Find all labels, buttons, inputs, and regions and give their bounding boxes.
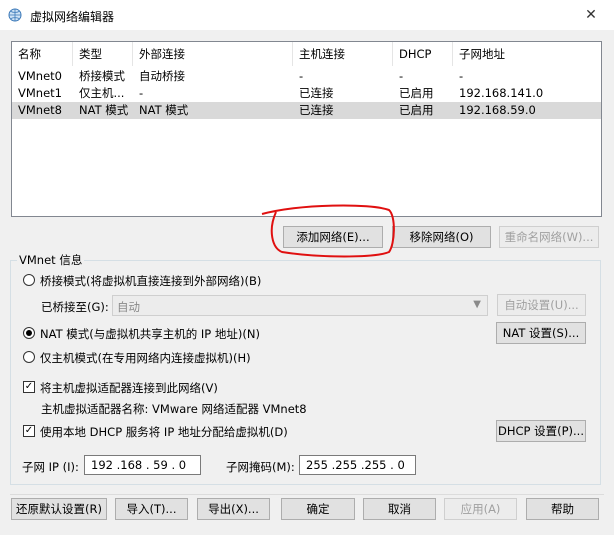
restore-defaults-button[interactable]: 还原默认设置(R): [11, 498, 107, 520]
network-globe-icon: [8, 8, 22, 22]
cell-type: 桥接模式: [79, 69, 125, 83]
host-only-label[interactable]: 仅主机模式(在专用网络内连接虚拟机)(H): [40, 350, 251, 366]
ok-button[interactable]: 确定: [281, 498, 355, 520]
table-row-selected[interactable]: VMnet8 NAT 模式 NAT 模式 已连接 已启用 192.168.59.…: [12, 102, 601, 119]
cell-name: VMnet8: [18, 103, 62, 117]
adapter-name-label: 主机虚拟适配器名称: VMware 网络适配器 VMnet8: [41, 402, 307, 416]
add-network-button[interactable]: 添加网络(E)...: [283, 226, 383, 248]
chevron-down-icon: ▼: [473, 299, 481, 310]
table-row[interactable]: VMnet1 仅主机... - 已连接 已启用 192.168.141.0: [12, 85, 601, 102]
import-button[interactable]: 导入(T)...: [115, 498, 188, 520]
bridged-to-label: 已桥接至(G):: [41, 300, 109, 314]
help-button[interactable]: 帮助: [526, 498, 599, 520]
column-header-dhcp[interactable]: DHCP: [393, 42, 453, 66]
cell-subnet: -: [459, 69, 464, 83]
close-icon[interactable]: ✕: [568, 0, 614, 30]
subnet-ip-field[interactable]: 192 .168 . 59 . 0: [84, 455, 201, 475]
cell-subnet: 192.168.141.0: [459, 86, 544, 100]
dhcp-label[interactable]: 使用本地 DHCP 服务将 IP 地址分配给虚拟机(D): [40, 424, 288, 440]
cell-name: VMnet0: [18, 69, 62, 83]
cell-external: -: [139, 86, 144, 100]
footer-divider: [10, 494, 604, 495]
cell-dhcp: -: [399, 69, 404, 83]
cell-host: -: [299, 69, 304, 83]
subnet-mask-label: 子网掩码(M):: [226, 460, 295, 474]
cell-external: 自动桥接: [139, 69, 185, 83]
cell-type: NAT 模式: [79, 103, 129, 117]
column-header-subnet[interactable]: 子网地址: [453, 42, 603, 66]
nat-settings-button[interactable]: NAT 设置(S)...: [496, 322, 586, 344]
remove-network-button[interactable]: 移除网络(O): [392, 226, 491, 248]
connect-adapter-label[interactable]: 将主机虚拟适配器连接到此网络(V): [40, 380, 218, 396]
host-only-radio[interactable]: [23, 351, 35, 363]
vmnet-info-legend: VMnet 信息: [17, 252, 85, 268]
cancel-button[interactable]: 取消: [363, 498, 436, 520]
cell-external: NAT 模式: [139, 103, 189, 117]
export-button[interactable]: 导出(X)...: [197, 498, 270, 520]
title-bar: 虚拟网络编辑器 ✕: [0, 0, 614, 30]
dhcp-settings-button[interactable]: DHCP 设置(P)...: [496, 420, 586, 442]
window-title: 虚拟网络编辑器: [30, 10, 115, 24]
bridged-to-select[interactable]: 自动 ▼: [112, 295, 488, 316]
cell-name: VMnet1: [18, 86, 62, 100]
dhcp-checkbox[interactable]: ✓: [23, 425, 35, 437]
column-header-name[interactable]: 名称: [12, 42, 73, 66]
apply-button[interactable]: 应用(A): [444, 498, 517, 520]
column-header-external[interactable]: 外部连接: [133, 42, 293, 66]
cell-type: 仅主机...: [79, 86, 125, 100]
cell-dhcp: 已启用: [399, 103, 434, 117]
nat-mode-label[interactable]: NAT 模式(与虚拟机共享主机的 IP 地址)(N): [40, 326, 260, 342]
bridged-mode-label[interactable]: 桥接模式(将虚拟机直接连接到外部网络)(B): [40, 273, 261, 289]
rename-network-button[interactable]: 重命名网络(W)...: [499, 226, 599, 248]
cell-host: 已连接: [299, 86, 334, 100]
table-header: 名称 类型 外部连接 主机连接 DHCP 子网地址: [12, 42, 601, 66]
bridged-mode-radio[interactable]: [23, 274, 35, 286]
column-header-host[interactable]: 主机连接: [293, 42, 393, 66]
table-row[interactable]: VMnet0 桥接模式 自动桥接 - - -: [12, 68, 601, 85]
column-header-type[interactable]: 类型: [73, 42, 133, 66]
connect-adapter-checkbox[interactable]: ✓: [23, 381, 35, 393]
bridged-to-value: 自动: [117, 300, 140, 314]
nat-mode-radio[interactable]: [23, 327, 35, 339]
subnet-ip-label: 子网 IP (I):: [22, 460, 79, 474]
cell-subnet: 192.168.59.0: [459, 103, 536, 117]
auto-settings-button[interactable]: 自动设置(U)...: [497, 294, 586, 316]
cell-dhcp: 已启用: [399, 86, 434, 100]
cell-host: 已连接: [299, 103, 334, 117]
network-table[interactable]: 名称 类型 外部连接 主机连接 DHCP 子网地址 VMnet0 桥接模式 自动…: [11, 41, 602, 217]
subnet-mask-field[interactable]: 255 .255 .255 . 0: [299, 455, 416, 475]
